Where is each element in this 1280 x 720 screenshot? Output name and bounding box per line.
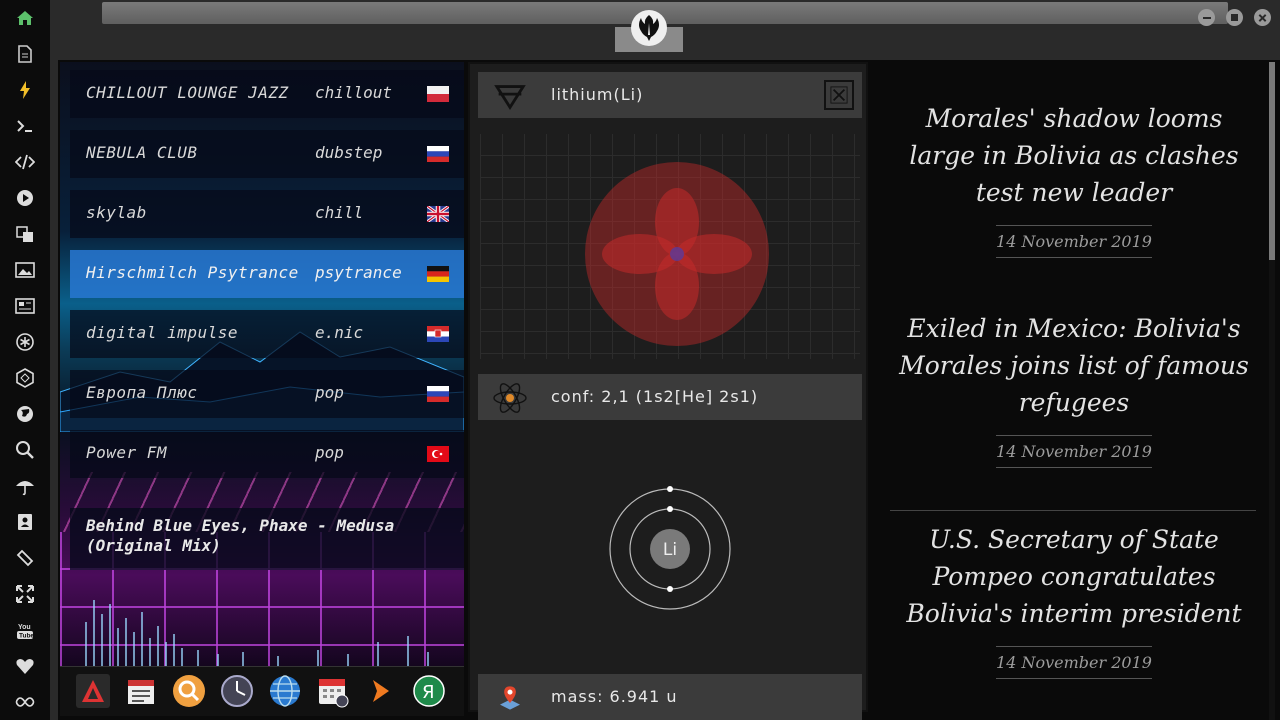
play-icon[interactable] (13, 187, 37, 209)
flag-tr-icon (427, 446, 449, 462)
radio-panel: CHILLOUT LOUNGE JAZZ chillout NEBULA CLU… (60, 62, 464, 666)
desktop: You Tube CHILLOUT LOUNGE JAZZ chillout N… (0, 0, 1280, 720)
flag-pl-icon (427, 86, 449, 102)
hexagon-icon[interactable] (13, 367, 37, 389)
map-pin-icon (492, 680, 528, 716)
station-genre: pop (315, 443, 344, 462)
equalizer-visualizer (85, 600, 429, 666)
station-item[interactable]: digital impulse e.nic (70, 310, 464, 358)
news-article[interactable]: U.S. Secretary of State Pompeo congratul… (890, 521, 1258, 679)
periodic-element-panel: lithium(Li) conf: 2,1 (1s2[He] 2s1) Li m… (468, 62, 868, 720)
station-name: digital impulse (86, 323, 238, 342)
news-headline: Morales' shadow looms large in Bolivia a… (909, 104, 1239, 207)
code-icon[interactable] (13, 151, 37, 173)
contacts-icon[interactable] (13, 511, 37, 533)
station-item[interactable]: NEBULA CLUB dubstep (70, 130, 464, 178)
station-genre: chill (315, 203, 364, 222)
heart-icon[interactable] (13, 655, 37, 677)
orbital-visualization (480, 134, 860, 359)
news-date: 14 November 2019 (996, 435, 1152, 468)
flag-gb-icon (427, 206, 449, 222)
image-icon[interactable] (13, 259, 37, 281)
document-icon[interactable] (13, 43, 37, 65)
station-item[interactable]: CHILLOUT LOUNGE JAZZ chillout (70, 70, 464, 118)
atomic-mass: mass: 6.941 u (551, 687, 678, 706)
terminal-icon[interactable] (13, 115, 37, 137)
home-icon[interactable] (13, 7, 37, 29)
station-item-active[interactable]: Hirschmilch Psytrance psytrance (70, 250, 464, 298)
station-item[interactable]: skylab chill (70, 190, 464, 238)
station-name: NEBULA CLUB (86, 143, 198, 162)
station-item[interactable]: Power FM pop (70, 430, 464, 478)
scrollbar-thumb[interactable] (1269, 62, 1275, 260)
link-icon[interactable] (13, 547, 37, 569)
station-name: Hirschmilch Psytrance (86, 263, 299, 282)
element-symbol: Li (663, 540, 677, 560)
news-article[interactable]: Exiled in Mexico: Bolivia's Morales join… (890, 310, 1258, 468)
calendar-news-icon[interactable] (124, 674, 158, 708)
arrow-icon[interactable] (364, 674, 398, 708)
svg-text:You: You (18, 624, 31, 631)
now-playing: Behind Blue Eyes, Phaxe - Medusa (Origin… (70, 508, 464, 570)
maximize-button[interactable] (1226, 9, 1243, 26)
station-genre: dubstep (315, 143, 383, 162)
globe-app-icon[interactable] (268, 674, 302, 708)
lightning-icon[interactable] (13, 79, 37, 101)
infinity-icon[interactable] (13, 691, 37, 713)
flag-ru-icon (427, 386, 449, 402)
app-taskbar: Я (60, 666, 464, 716)
flag-de-icon (427, 266, 449, 282)
close-icon[interactable] (824, 80, 854, 110)
electron-config: conf: 2,1 (1s2[He] 2s1) (551, 387, 759, 406)
side-dock: You Tube (0, 0, 50, 720)
divider (890, 510, 1256, 511)
close-button[interactable] (1254, 9, 1271, 26)
arch-icon[interactable] (76, 674, 110, 708)
element-header: lithium(Li) (478, 72, 862, 118)
config-bar: conf: 2,1 (1s2[He] 2s1) (478, 374, 862, 420)
element-name: lithium(Li) (551, 85, 644, 104)
station-genre: chillout (315, 83, 393, 102)
news-date: 14 November 2019 (996, 646, 1152, 679)
rebel-alliance-icon[interactable] (631, 10, 667, 46)
globe-icon[interactable] (13, 403, 37, 425)
news-headline: Exiled in Mexico: Bolivia's Morales join… (899, 314, 1249, 417)
minimize-button[interactable] (1198, 9, 1215, 26)
station-name: Power FM (86, 443, 168, 462)
newspaper-icon[interactable] (13, 295, 37, 317)
youtube-icon[interactable]: You Tube (13, 619, 37, 641)
svg-text:Tube: Tube (19, 633, 34, 640)
atom-icon (492, 380, 528, 416)
fullscreen-icon[interactable] (13, 583, 37, 605)
umbrella-icon[interactable] (13, 475, 37, 497)
mass-bar: mass: 6.941 u (478, 674, 862, 720)
svg-text:Я: Я (422, 682, 435, 703)
station-genre: psytrance (315, 263, 402, 282)
station-item[interactable]: Европа Плюс pop (70, 370, 464, 418)
alchemy-symbol-icon (492, 78, 528, 114)
translate-icon[interactable] (13, 223, 37, 245)
asterisk-icon[interactable] (13, 331, 37, 353)
station-name: skylab (86, 203, 147, 222)
calendar-icon[interactable] (316, 674, 350, 708)
station-genre: pop (315, 383, 344, 402)
news-panel: Morales' shadow looms large in Bolivia a… (872, 62, 1278, 720)
bohr-model: Li (605, 484, 735, 614)
search-icon[interactable] (13, 439, 37, 461)
flag-ru-icon (427, 146, 449, 162)
station-name: CHILLOUT LOUNGE JAZZ (86, 83, 289, 102)
station-name: Европа Плюс (86, 383, 198, 402)
news-article[interactable]: Morales' shadow looms large in Bolivia a… (890, 100, 1258, 258)
station-genre: e.nic (315, 323, 364, 342)
clock-icon[interactable] (220, 674, 254, 708)
search-app-icon[interactable] (172, 674, 206, 708)
flag-hr-icon (427, 326, 449, 342)
news-headline: U.S. Secretary of State Pompeo congratul… (906, 525, 1242, 628)
yandex-icon[interactable]: Я (412, 674, 446, 708)
news-date: 14 November 2019 (996, 225, 1152, 258)
